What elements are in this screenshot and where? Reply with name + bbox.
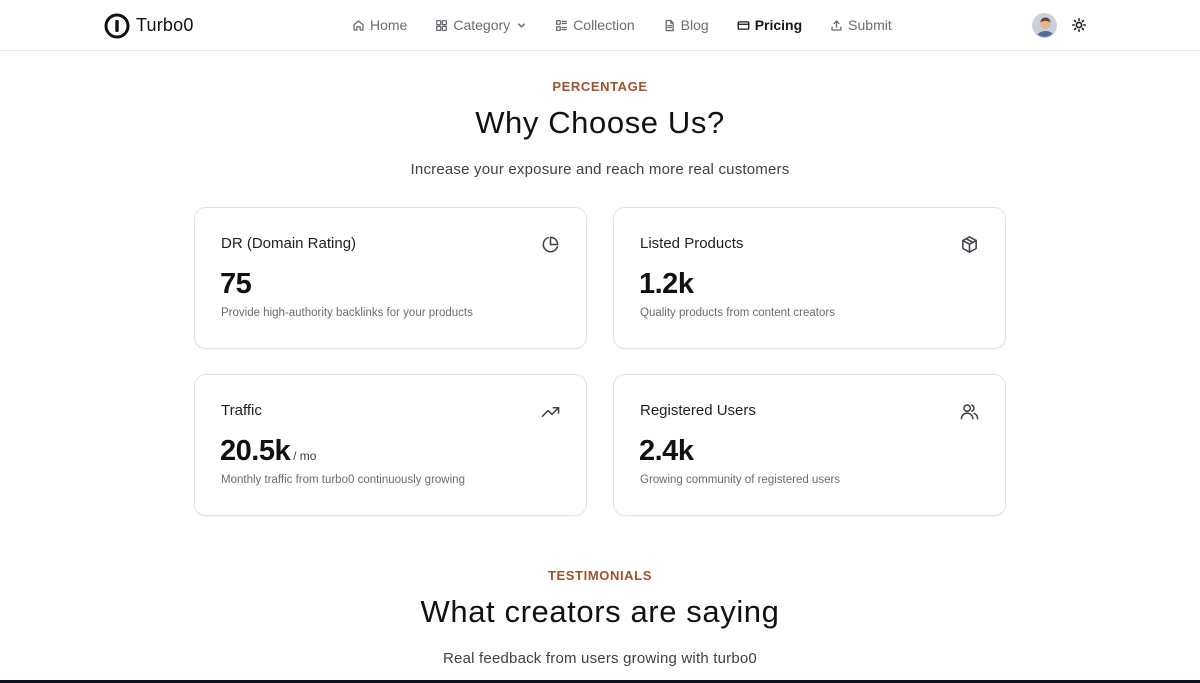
nav-item-label: Blog <box>680 17 709 33</box>
stat-card-value: 1.2k <box>639 268 694 301</box>
upload-icon <box>831 19 842 31</box>
nav-item-label: Category <box>453 17 511 33</box>
stat-card-registered-users: Registered Users 2.4k Growing community … <box>613 374 1006 516</box>
stat-card-traffic: Traffic 20.5k / mo Monthly traffic from t… <box>194 374 587 516</box>
testimonials-title: What creators are saying <box>420 594 780 629</box>
top-navbar: Turbo0 Home Category Collection Blog Pri… <box>0 0 1200 51</box>
stat-card-description: Monthly traffic from turbo0 continuously… <box>221 474 465 486</box>
testimonials-subtitle: Real feedback from users growing with tu… <box>443 650 757 667</box>
stats-subtitle: Increase your exposure and reach more re… <box>410 161 790 178</box>
avatar-image <box>1033 14 1056 37</box>
credit-card-icon <box>737 20 750 30</box>
stat-card-value: 20.5k / mo <box>220 435 316 468</box>
nav-item-label: Pricing <box>754 17 803 33</box>
theme-toggle-button[interactable] <box>1071 17 1087 33</box>
sun-icon <box>1072 18 1086 32</box>
collection-icon <box>556 19 568 31</box>
stat-card-domain-rating: DR (Domain Rating) 75 Provide high-autho… <box>194 207 587 349</box>
stat-card-description: Growing community of registered users <box>640 474 841 486</box>
stat-value-number: 1.2k <box>639 268 694 300</box>
user-avatar[interactable] <box>1032 13 1057 38</box>
brand-logo-link[interactable]: Turbo0 <box>104 12 194 39</box>
nav-item-label: Home <box>370 17 408 33</box>
nav-item-collection[interactable]: Collection <box>555 17 635 33</box>
stat-card-title: DR (Domain Rating) <box>221 235 357 252</box>
testimonials-eyebrow: TESTIMONIALS <box>548 568 652 583</box>
nav-item-category[interactable]: Category <box>435 17 527 33</box>
grid-icon <box>436 19 448 31</box>
nav-item-pricing[interactable]: Pricing <box>737 17 802 33</box>
stat-card-description: Provide high-authority backlinks for you… <box>221 307 473 319</box>
brand-name: Turbo0 <box>136 15 194 35</box>
stat-card-description: Quality products from content creators <box>640 307 835 319</box>
stats-eyebrow: PERCENTAGE <box>552 79 648 94</box>
document-icon <box>665 19 674 31</box>
chevron-down-icon <box>518 22 526 28</box>
stat-card-title: Traffic <box>221 402 262 419</box>
pie-chart-icon <box>541 235 560 254</box>
package-icon <box>960 235 979 254</box>
stat-value-unit: / mo <box>293 449 317 463</box>
stats-title: Why Choose Us? <box>475 105 725 140</box>
turbo0-logo-icon <box>104 13 130 38</box>
nav-item-label: Collection <box>573 17 635 33</box>
trending-up-icon <box>541 402 560 421</box>
users-icon <box>960 402 979 421</box>
stat-card-listed-products: Listed Products 1.2k Quality products fr… <box>613 207 1006 349</box>
nav-item-home[interactable]: Home <box>352 17 407 33</box>
main-nav: Home Category Collection Blog Pricing Su… <box>352 15 920 35</box>
nav-item-blog[interactable]: Blog <box>663 17 709 33</box>
stat-value-number: 2.4k <box>639 435 694 467</box>
stat-value-number: 75 <box>220 268 252 300</box>
home-icon <box>353 19 364 31</box>
stat-card-title: Registered Users <box>640 402 756 419</box>
stat-card-value: 2.4k <box>639 435 694 468</box>
stat-value-number: 20.5k <box>220 435 291 467</box>
stat-card-title: Listed Products <box>640 235 744 252</box>
nav-item-label: Submit <box>848 17 892 33</box>
stat-card-value: 75 <box>220 268 252 301</box>
nav-item-submit[interactable]: Submit <box>830 17 892 33</box>
